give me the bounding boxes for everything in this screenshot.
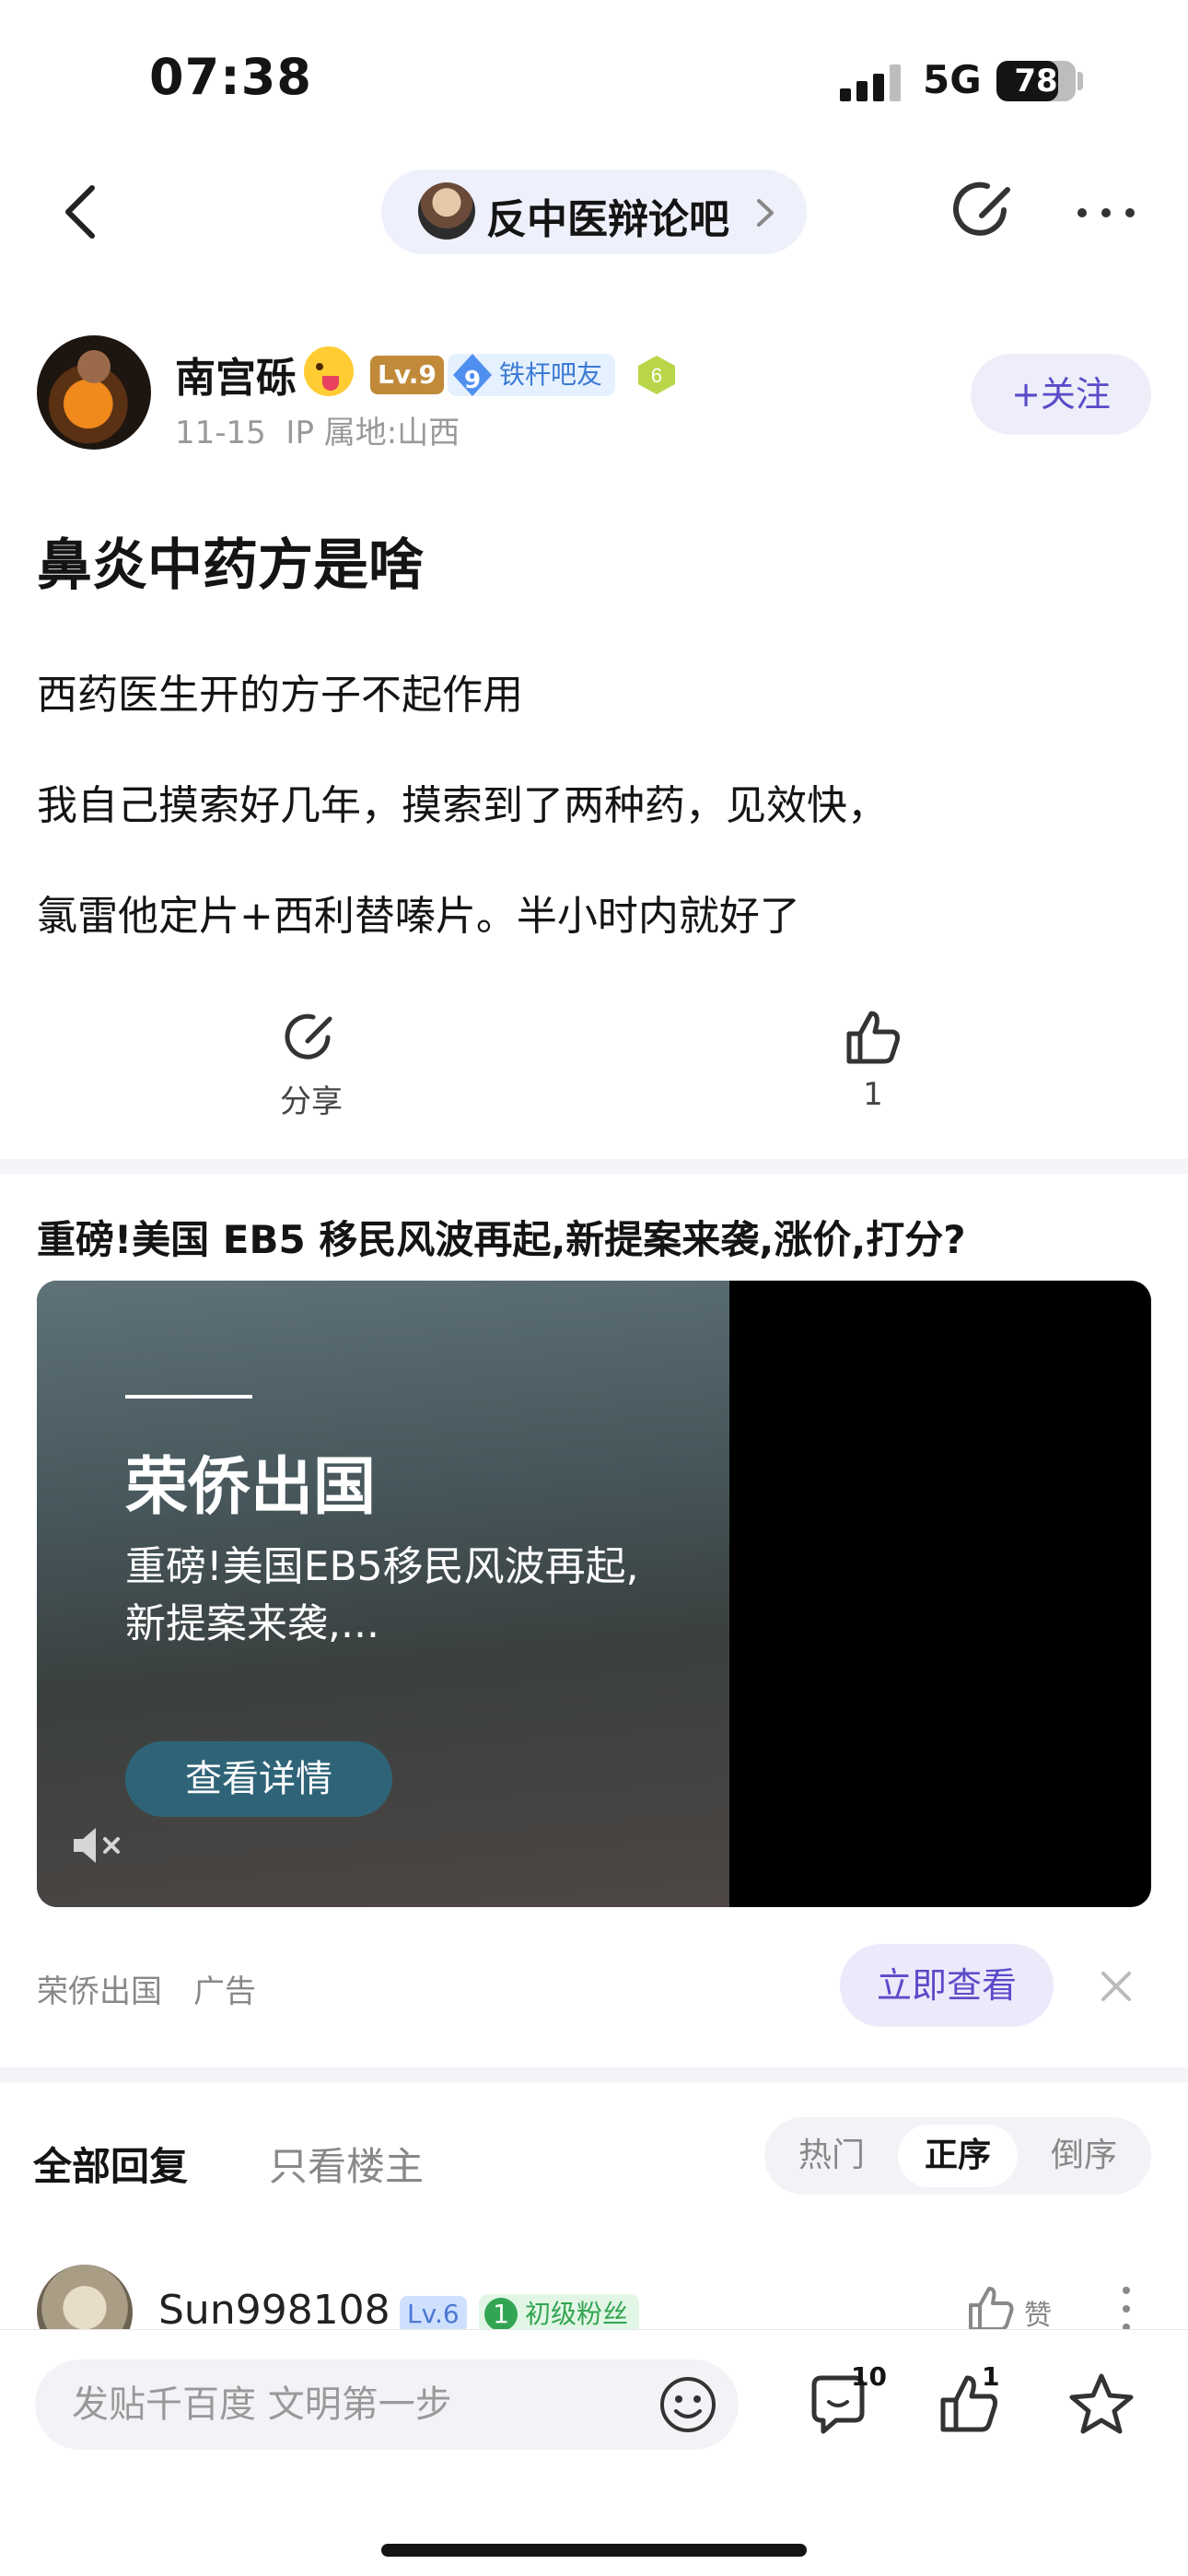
close-ad-button[interactable] xyxy=(1096,1966,1136,2007)
diamond-icon: 9 xyxy=(449,352,495,398)
level-badge: Lv.6 xyxy=(400,2296,467,2329)
sort-ascending[interactable]: 正序 xyxy=(898,2125,1018,2187)
like-count: 1 xyxy=(863,1076,883,1113)
reply-username[interactable]: Sun998108 xyxy=(158,2287,390,2329)
battery-cap xyxy=(1077,72,1083,90)
post-body-line: 氯雷他定片+西利替嗪片。半小时内就好了 xyxy=(37,893,800,940)
mute-icon[interactable] xyxy=(68,1822,129,1868)
ad-brand: 荣侨出国 xyxy=(125,1451,377,1524)
hexagon-badge-icon: 6 xyxy=(635,354,678,396)
forum-name: 反中医辩论吧 xyxy=(486,196,729,243)
ip-location: IP 属地:山西 xyxy=(285,415,460,451)
more-button[interactable] xyxy=(1070,184,1144,240)
back-arrow-icon xyxy=(65,185,95,239)
section-divider xyxy=(0,1159,1188,1174)
fan-level: 9 xyxy=(463,367,482,394)
comment-input[interactable] xyxy=(72,2378,624,2431)
reply-item: Sun998108 Lv.6 1 初级粉丝 赞 xyxy=(0,2265,1188,2329)
bottom-bar: 10 1 xyxy=(0,2329,1188,2576)
share-label: 分享 xyxy=(280,1083,343,1120)
reply-tabs: 全部回复 只看楼主 热门 正序 倒序 xyxy=(0,2117,1188,2200)
nav-bar: 反中医辩论吧 xyxy=(0,157,1188,267)
ad-details-button[interactable]: 查看详情 xyxy=(125,1741,392,1817)
ad-open-button[interactable]: 立即查看 xyxy=(840,1944,1054,2027)
battery-level: 78 xyxy=(1014,63,1058,100)
fan-badge: 9 铁杆吧友 xyxy=(448,352,616,398)
star-icon[interactable] xyxy=(1065,2367,1138,2441)
ad-sponsor: 荣侨出国 xyxy=(37,1973,162,2010)
ad-footer: 荣侨出国 广告 立即查看 xyxy=(0,1944,1188,2027)
share-icon xyxy=(953,181,1010,236)
status-time: 07:38 xyxy=(149,48,312,106)
home-indicator xyxy=(381,2544,807,2557)
fan-title: 铁杆吧友 xyxy=(499,359,603,390)
ad-rule xyxy=(125,1395,252,1399)
tab-op-only[interactable]: 只看楼主 xyxy=(269,2136,424,2192)
fan-badge: 1 初级粉丝 xyxy=(479,2294,640,2329)
status-bar: 07:38 5G 78 xyxy=(0,0,1188,157)
author-avatar[interactable] xyxy=(37,335,151,450)
forum-avatar xyxy=(418,182,475,240)
follow-button[interactable]: +关注 xyxy=(971,354,1151,435)
share-button[interactable] xyxy=(949,173,1024,249)
emoji-button[interactable] xyxy=(658,2374,718,2435)
hex-badge-number: 6 xyxy=(651,364,662,387)
tab-all-replies[interactable]: 全部回复 xyxy=(33,2136,188,2192)
cellular-signal-icon xyxy=(840,64,904,101)
share-icon xyxy=(285,1013,332,1060)
like-count: 1 xyxy=(982,2361,1000,2392)
forum-link[interactable]: 反中医辩论吧 xyxy=(381,170,807,254)
post-body-line: 我自己摸索好几年，摸索到了两种药，见效快， xyxy=(37,782,888,829)
section-divider xyxy=(0,2067,1188,2082)
comment-count: 10 xyxy=(851,2361,887,2392)
ad-label: 广告 xyxy=(193,1973,256,2010)
more-vertical-icon[interactable] xyxy=(1122,2281,1131,2329)
thumbs-up-icon xyxy=(846,1011,900,1064)
thumbs-up-icon[interactable] xyxy=(963,2281,1019,2329)
post-title: 鼻炎中药方是啥 xyxy=(37,533,424,598)
share-post-button[interactable]: 分享 xyxy=(238,1004,385,1121)
author-name[interactable]: 南宫砾 xyxy=(175,345,297,404)
post-date: 11-15 xyxy=(175,415,266,451)
compose-box[interactable] xyxy=(35,2359,739,2450)
post-body-line: 西药医生开的方子不起作用 xyxy=(37,672,523,719)
author-row: 南宫砾 Lv.9 9 铁杆吧友 6 11-15 IP 属地:山西 +关注 xyxy=(0,332,1188,461)
chevron-right-icon xyxy=(757,199,774,227)
like-post-button[interactable]: 1 xyxy=(799,1004,947,1113)
avatar[interactable] xyxy=(37,2265,133,2329)
level-badge: Lv.9 xyxy=(370,356,444,394)
tongue-emoji-icon xyxy=(304,346,354,396)
like-label: 赞 xyxy=(1024,2300,1052,2329)
ad-headline[interactable]: 重磅!美国 EB5 移民风波再起,新提案来袭,涨价,打分? xyxy=(37,1209,966,1265)
back-button[interactable] xyxy=(46,175,120,249)
post-meta: 11-15 IP 属地:山西 xyxy=(175,407,460,452)
ad-video[interactable]: 荣侨出国 重磅!美国EB5移民风波再起,新提案来袭,... 查看详情 xyxy=(37,1281,1151,1907)
ad-description: 重磅!美国EB5移民风波再起,新提案来袭,... xyxy=(125,1543,639,1647)
battery-icon: 78 xyxy=(996,61,1076,101)
close-icon xyxy=(1101,1972,1131,2001)
fan-title: 初级粉丝 xyxy=(525,2299,629,2329)
network-type: 5G xyxy=(923,57,982,102)
sort-descending[interactable]: 倒序 xyxy=(1024,2125,1144,2187)
sort-toggle: 热门 正序 倒序 xyxy=(764,2117,1151,2195)
post-actions: 分享 1 xyxy=(0,1004,1188,1142)
sort-hot[interactable]: 热门 xyxy=(772,2125,891,2187)
smiley-icon xyxy=(660,2377,716,2432)
fan-level: 1 xyxy=(484,2298,518,2329)
ad-panel: 荣侨出国 重磅!美国EB5移民风波再起,新提案来袭,... 查看详情 xyxy=(37,1281,729,1907)
